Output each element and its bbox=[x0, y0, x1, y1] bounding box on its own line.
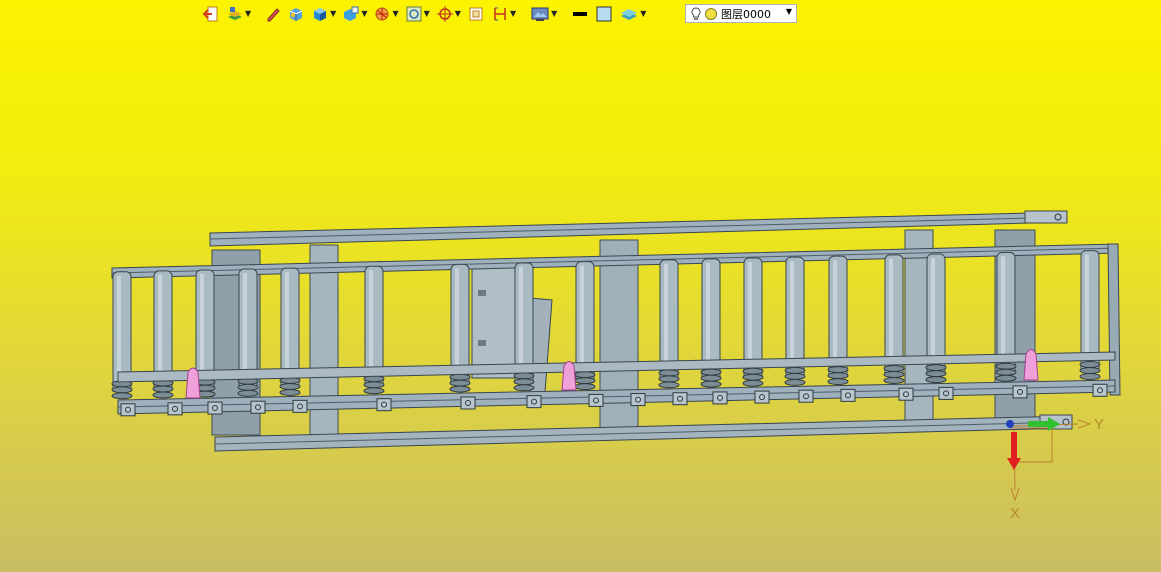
mount-bracket bbox=[167, 402, 183, 416]
axis-label-x: X bbox=[1010, 505, 1020, 522]
mount-bracket bbox=[1092, 383, 1108, 397]
mount-bracket bbox=[120, 403, 136, 417]
mount-bracket bbox=[376, 398, 392, 412]
mount-bracket bbox=[526, 395, 542, 409]
coordinate-triad: Y X bbox=[1006, 416, 1104, 522]
mount-bracket bbox=[207, 401, 223, 415]
mount-bracket bbox=[292, 399, 308, 413]
mount-bracket bbox=[630, 393, 646, 407]
mount-bracket bbox=[1012, 385, 1028, 399]
mount-bracket bbox=[250, 400, 266, 414]
axis-label-y: Y bbox=[1094, 416, 1104, 433]
mount-bracket bbox=[672, 392, 688, 406]
mount-bracket bbox=[898, 387, 914, 401]
front-rail bbox=[214, 414, 1073, 452]
mount-bracket bbox=[938, 386, 954, 400]
mount-bracket bbox=[840, 388, 856, 402]
mount-bracket bbox=[588, 393, 604, 407]
model-viewport[interactable]: Y X bbox=[0, 0, 1161, 572]
mount-bracket bbox=[798, 389, 814, 403]
mount-bracket bbox=[754, 390, 770, 404]
mount-bracket bbox=[460, 396, 476, 410]
mount-bracket bbox=[712, 391, 728, 405]
